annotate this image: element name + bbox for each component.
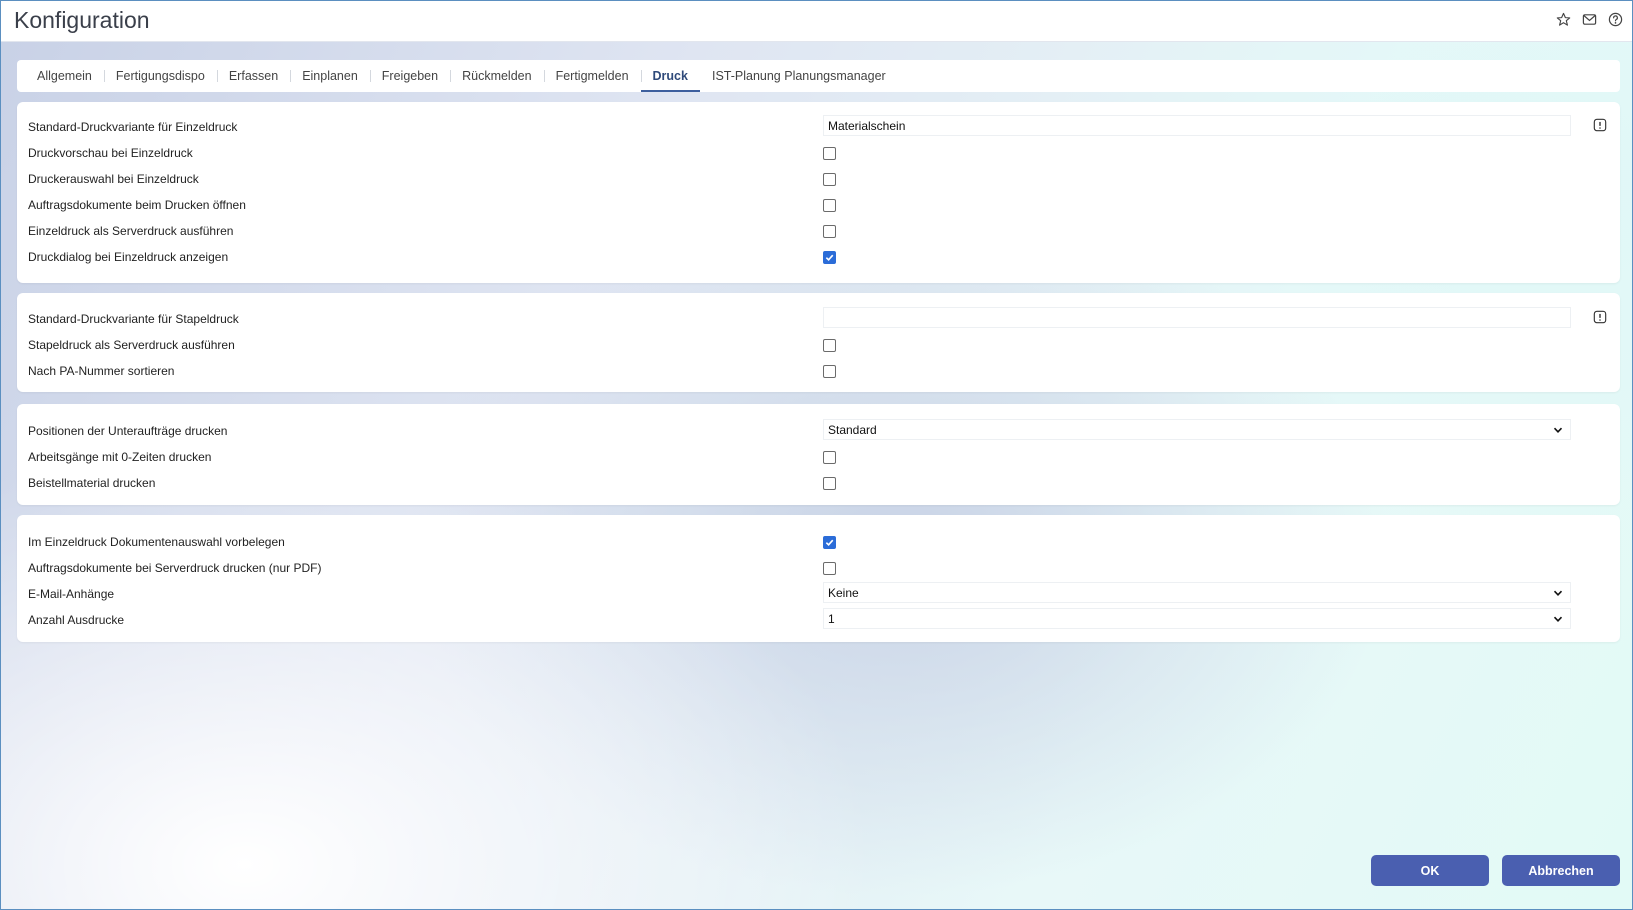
unterauftraege-select-value: Standard <box>828 423 877 437</box>
unterauftraege-label: Positionen der Unteraufträge drucken <box>28 424 228 438</box>
tab-fertigungsdispo[interactable]: Fertigungsdispo <box>103 60 217 92</box>
checkmark-icon <box>825 254 834 262</box>
stapeldruck-serverdruck-checkbox[interactable] <box>823 339 836 352</box>
nullzeiten-checkbox[interactable] <box>823 451 836 464</box>
druckerauswahl-checkbox[interactable] <box>823 173 836 186</box>
chevron-down-icon <box>1553 427 1563 433</box>
tab-ist-planung[interactable]: IST-Planung Planungsmanager <box>700 60 898 92</box>
row-druckdialog: Druckdialog bei Einzeldruck anzeigen <box>17 244 1620 270</box>
row-dokumente-oeffnen: Auftragsdokumente beim Drucken öffnen <box>17 192 1620 218</box>
anzahl-ausdrucke-label: Anzahl Ausdrucke <box>28 613 125 627</box>
beistellmaterial-checkbox[interactable] <box>823 477 836 490</box>
row-email-anhaenge: E-Mail-Anhänge Keine <box>17 581 1620 607</box>
serverdruck-pdf-checkbox[interactable] <box>823 562 836 575</box>
row-einzeldruck-variante: Standard-Druckvariante für Einzeldruck M… <box>17 114 1620 140</box>
anzahl-ausdrucke-select[interactable]: 1 <box>823 608 1571 629</box>
row-stapeldruck-variante: Standard-Druckvariante für Stapeldruck <box>17 306 1620 332</box>
row-druckvorschau: Druckvorschau bei Einzeldruck <box>17 140 1620 166</box>
section-einzeldruck: Standard-Druckvariante für Einzeldruck M… <box>17 102 1620 283</box>
tab-fertigmelden[interactable]: Fertigmelden <box>543 60 641 92</box>
beistellmaterial-label: Beistellmaterial drucken <box>28 476 156 490</box>
tab-bar: Allgemein Fertigungsdispo Erfassen Einpl… <box>17 60 1620 92</box>
druckdialog-checkbox[interactable] <box>823 251 836 264</box>
ok-button[interactable]: OK <box>1371 855 1489 886</box>
row-serverdruck-pdf: Auftragsdokumente bei Serverdruck drucke… <box>17 555 1620 581</box>
anzahl-ausdrucke-select-value: 1 <box>828 612 835 626</box>
help-icon[interactable] <box>1606 10 1624 28</box>
einzeldruck-serverdruck-label: Einzeldruck als Serverdruck ausführen <box>28 224 234 238</box>
tab-druck[interactable]: Druck <box>640 60 701 92</box>
row-dokumentenauswahl: Im Einzeldruck Dokumentenauswahl vorbele… <box>17 529 1620 555</box>
tab-einplanen[interactable]: Einplanen <box>290 60 370 92</box>
tab-freigeben[interactable]: Freigeben <box>369 60 450 92</box>
dokumentenauswahl-label: Im Einzeldruck Dokumentenauswahl vorbele… <box>28 535 285 549</box>
einzeldruck-serverdruck-checkbox[interactable] <box>823 225 836 238</box>
druckvorschau-label: Druckvorschau bei Einzeldruck <box>28 146 193 160</box>
serverdruck-pdf-label: Auftragsdokumente bei Serverdruck drucke… <box>28 561 322 575</box>
tab-erfassen[interactable]: Erfassen <box>216 60 290 92</box>
stapeldruck-serverdruck-label: Stapeldruck als Serverdruck ausführen <box>28 338 235 352</box>
einzeldruck-variante-input[interactable]: Materialschein <box>823 115 1571 136</box>
email-anhaenge-select[interactable]: Keine <box>823 582 1571 603</box>
row-beistellmaterial: Beistellmaterial drucken <box>17 470 1620 496</box>
row-pa-sortieren: Nach PA-Nummer sortieren <box>17 358 1620 384</box>
dokumente-oeffnen-label: Auftragsdokumente beim Drucken öffnen <box>28 198 246 212</box>
unterauftraege-select[interactable]: Standard <box>823 419 1571 440</box>
email-anhaenge-label: E-Mail-Anhänge <box>28 587 115 601</box>
row-unterauftraege: Positionen der Unteraufträge drucken Sta… <box>17 418 1620 444</box>
cancel-button[interactable]: Abbrechen <box>1502 855 1620 886</box>
section-positionen: Positionen der Unteraufträge drucken Sta… <box>17 404 1620 505</box>
checkmark-icon <box>825 539 834 547</box>
window-title: Konfiguration <box>14 7 150 33</box>
druckdialog-label: Druckdialog bei Einzeldruck anzeigen <box>28 250 229 264</box>
pa-sortieren-label: Nach PA-Nummer sortieren <box>28 364 175 378</box>
chevron-down-icon <box>1553 590 1563 596</box>
nullzeiten-label: Arbeitsgänge mit 0-Zeiten drucken <box>28 450 212 464</box>
tab-rueckmelden[interactable]: Rückmelden <box>450 60 543 92</box>
title-bar-icons <box>1554 10 1624 28</box>
row-einzeldruck-serverdruck: Einzeldruck als Serverdruck ausführen <box>17 218 1620 244</box>
row-nullzeiten: Arbeitsgänge mit 0-Zeiten drucken <box>17 444 1620 470</box>
stapeldruck-variante-label: Standard-Druckvariante für Stapeldruck <box>28 312 239 326</box>
druckerauswahl-label: Druckerauswahl bei Einzeldruck <box>28 172 199 186</box>
alert-icon[interactable] <box>1593 310 1607 324</box>
chevron-down-icon <box>1553 616 1563 622</box>
druckvorschau-checkbox[interactable] <box>823 147 836 160</box>
row-druckerauswahl: Druckerauswahl bei Einzeldruck <box>17 166 1620 192</box>
dokumentenauswahl-checkbox[interactable] <box>823 536 836 549</box>
mail-icon[interactable] <box>1580 10 1598 28</box>
email-anhaenge-select-value: Keine <box>828 586 859 600</box>
einzeldruck-variante-label: Standard-Druckvariante für Einzeldruck <box>28 120 238 134</box>
star-icon[interactable] <box>1554 10 1572 28</box>
row-anzahl-ausdrucke: Anzahl Ausdrucke 1 <box>17 607 1620 633</box>
stapeldruck-variante-input[interactable] <box>823 307 1571 328</box>
tab-allgemein[interactable]: Allgemein <box>25 60 104 92</box>
section-stapeldruck: Standard-Druckvariante für Stapeldruck S… <box>17 293 1620 392</box>
dokumente-oeffnen-checkbox[interactable] <box>823 199 836 212</box>
title-bar: Konfiguration <box>1 1 1632 42</box>
row-stapeldruck-serverdruck: Stapeldruck als Serverdruck ausführen <box>17 332 1620 358</box>
section-dokumente: Im Einzeldruck Dokumentenauswahl vorbele… <box>17 515 1620 642</box>
pa-sortieren-checkbox[interactable] <box>823 365 836 378</box>
alert-icon[interactable] <box>1593 118 1607 132</box>
